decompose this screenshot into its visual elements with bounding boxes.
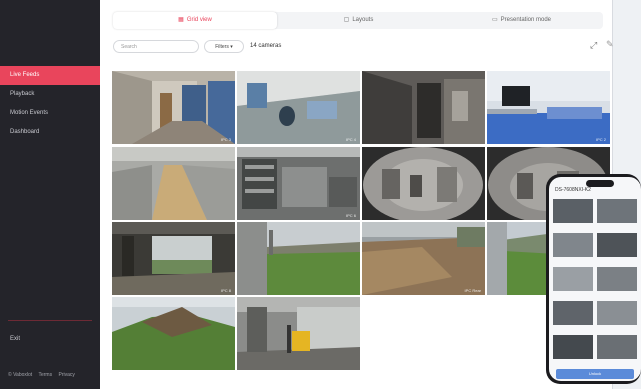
- sidebar-item-dashboard[interactable]: Dashboard: [0, 123, 100, 142]
- camera-tile[interactable]: [362, 71, 485, 144]
- tab-presentation-mode[interactable]: ▭ Presentation mode: [440, 12, 603, 29]
- tab-layouts[interactable]: ▢ Layouts: [277, 12, 440, 29]
- camera-tile[interactable]: [237, 297, 360, 370]
- tab-grid-view-label: Grid view: [186, 17, 212, 23]
- tab-grid-view[interactable]: ▦ Grid view: [113, 12, 277, 29]
- camera-label: IPC 4: [345, 137, 356, 142]
- camera-feed-fisheye-room: [362, 147, 485, 220]
- view-tabs: ▦ Grid view ▢ Layouts ▭ Presentation mode: [113, 12, 603, 29]
- phone-notch: [586, 180, 614, 187]
- phone-mockup: DS-7608NXI-K2 Unlock: [546, 174, 641, 384]
- camera-feed-barn-interior: [112, 222, 235, 295]
- exit-link[interactable]: Exit: [10, 336, 20, 342]
- phone-camera-tile[interactable]: [553, 335, 593, 359]
- camera-label: IPC Rear: [464, 288, 481, 293]
- presentation-icon: ▭: [491, 17, 498, 23]
- camera-label: IPC 3: [220, 137, 231, 142]
- phone-camera-tile[interactable]: [597, 267, 637, 291]
- phone-title: DS-7608NXI-K2: [555, 187, 591, 193]
- camera-feed-corridor-doors: [112, 71, 235, 144]
- camera-feed-dark-hallway: [362, 71, 485, 144]
- camera-feed-office-desk: [487, 71, 610, 144]
- tab-layouts-label: Layouts: [352, 17, 374, 23]
- camera-tile[interactable]: [237, 222, 360, 295]
- phone-camera-tile[interactable]: [553, 233, 593, 257]
- main-panel: ▦ Grid view ▢ Layouts ▭ Presentation mode S…: [100, 0, 614, 389]
- copyright-text: © Vaboxlot: [8, 372, 33, 378]
- sidebar-item-motion-events[interactable]: Motion Events: [0, 104, 100, 123]
- camera-tile[interactable]: IPC 8: [112, 222, 235, 295]
- camera-feed-grass-mound: [112, 297, 235, 370]
- tab-presentation-mode-label: Presentation mode: [500, 17, 552, 23]
- search-input[interactable]: Search: [113, 40, 199, 53]
- camera-feed-workshop-shelves: [237, 147, 360, 220]
- camera-label: IPC 6: [345, 213, 356, 218]
- sidebar-item-live-feeds[interactable]: Live Feeds: [0, 66, 100, 85]
- phone-camera-tile[interactable]: [597, 199, 637, 223]
- phone-screen: DS-7608NXI-K2 Unlock: [549, 177, 641, 381]
- camera-tile[interactable]: IPC 4: [237, 71, 360, 144]
- phone-camera-tile[interactable]: [597, 335, 637, 359]
- phone-camera-tile[interactable]: [597, 233, 637, 257]
- sidebar-footer: © Vaboxlot Terms Privacy: [8, 372, 80, 378]
- camera-label: IPC 2: [595, 137, 606, 142]
- sidebar: Live Feeds Playback Motion Events Dashbo…: [0, 0, 100, 389]
- camera-tile[interactable]: [112, 147, 235, 220]
- phone-camera-tile[interactable]: [597, 301, 637, 325]
- camera-tile[interactable]: IPC 3: [112, 71, 235, 144]
- camera-tile[interactable]: IPC 6: [237, 147, 360, 220]
- camera-tile[interactable]: [362, 147, 485, 220]
- camera-feed-office-corridor: [237, 71, 360, 144]
- camera-count: 14 cameras: [250, 43, 282, 49]
- camera-feed-outdoor-path: [112, 147, 235, 220]
- phone-camera-tile[interactable]: [553, 199, 593, 223]
- camera-feed-gravel-yard: [362, 222, 485, 295]
- camera-feed-forklift-barn: [237, 297, 360, 370]
- camera-tile[interactable]: IPC Rear: [362, 222, 485, 295]
- app-window: Live Feeds Playback Motion Events Dashbo…: [0, 0, 641, 389]
- sidebar-divider: [8, 320, 92, 321]
- phone-unlock-button[interactable]: Unlock: [556, 369, 634, 379]
- camera-label: IPC 8: [220, 288, 231, 293]
- camera-tile[interactable]: IPC 2: [487, 71, 610, 144]
- phone-camera-tile[interactable]: [553, 301, 593, 325]
- terms-link[interactable]: Terms: [38, 372, 52, 378]
- phone-camera-tile[interactable]: [553, 267, 593, 291]
- camera-feed-grass-field: [237, 222, 360, 295]
- camera-tile[interactable]: [112, 297, 235, 370]
- layout-icon: ▢: [343, 17, 350, 23]
- sidebar-item-playback[interactable]: Playback: [0, 85, 100, 104]
- filters-button[interactable]: Filters ▾: [204, 40, 244, 53]
- edit-icon[interactable]: ✎: [606, 39, 614, 50]
- grid-icon: ▦: [178, 17, 184, 23]
- expand-icon[interactable]: ⤢: [590, 40, 597, 51]
- privacy-link[interactable]: Privacy: [59, 372, 75, 378]
